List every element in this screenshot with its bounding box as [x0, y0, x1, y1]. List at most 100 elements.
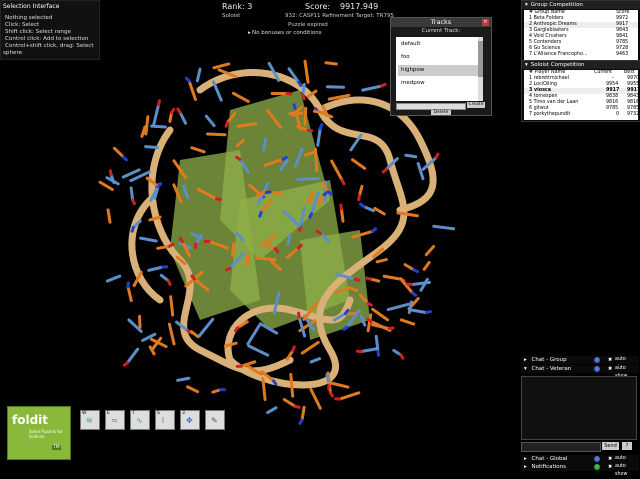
- sidechain[interactable]: [412, 310, 427, 312]
- send-button[interactable]: Send: [602, 442, 619, 450]
- sidechain[interactable]: [191, 332, 198, 337]
- sidechain[interactable]: [401, 320, 413, 324]
- notification-icon[interactable]: !: [594, 464, 600, 470]
- new-track-input[interactable]: [396, 103, 466, 110]
- sidechain[interactable]: [405, 265, 414, 270]
- sidechain-atom[interactable]: [344, 327, 347, 329]
- sidechain[interactable]: [318, 128, 321, 145]
- sidechain[interactable]: [199, 319, 213, 336]
- help-button[interactable]: ?: [622, 442, 632, 450]
- sidechain-atom[interactable]: [170, 244, 173, 246]
- sidechain[interactable]: [314, 111, 325, 113]
- sidechain-atom[interactable]: [274, 381, 276, 384]
- sidechain-atom[interactable]: [303, 95, 304, 99]
- sidechain-atom[interactable]: [226, 122, 227, 126]
- sidechain[interactable]: [171, 297, 173, 315]
- sidechain-atom[interactable]: [298, 245, 301, 248]
- sidechain-atom[interactable]: [299, 313, 300, 317]
- sidechain-atom[interactable]: [132, 227, 133, 231]
- sidechain[interactable]: [412, 282, 430, 284]
- sidechain-atom[interactable]: [178, 109, 180, 112]
- sidechain[interactable]: [141, 238, 157, 241]
- collapse-arrow-icon[interactable]: ▾: [524, 366, 527, 372]
- sidechain[interactable]: [214, 64, 229, 68]
- sidechain[interactable]: [426, 246, 433, 254]
- soloist-competition-header[interactable]: ▾Soloist Competition: [522, 61, 640, 69]
- sidechain-atom[interactable]: [110, 171, 111, 175]
- chat-group-header[interactable]: ▸ Chat - Group i ✖ auto show: [521, 356, 639, 364]
- info-icon[interactable]: i: [594, 366, 600, 372]
- sidechain-tool-button[interactable]: S⌇: [155, 410, 175, 430]
- expand-arrow-icon[interactable]: ▸: [524, 456, 527, 462]
- sidechain[interactable]: [188, 387, 198, 392]
- sidechain[interactable]: [424, 263, 429, 270]
- track-item[interactable]: foo: [398, 52, 479, 63]
- sidechain-atom[interactable]: [216, 199, 220, 200]
- sidechain[interactable]: [127, 349, 137, 363]
- collapse-arrow-icon[interactable]: ▾: [525, 2, 528, 8]
- sidechain[interactable]: [107, 276, 119, 281]
- sidechain-atom[interactable]: [159, 101, 160, 105]
- shake-tool-button[interactable]: E≈: [105, 410, 125, 430]
- tweak-tool-button[interactable]: T∿: [130, 410, 150, 430]
- track-item[interactable]: medpow: [398, 78, 479, 89]
- notes-tool-button[interactable]: ✎: [205, 410, 225, 430]
- sidechain[interactable]: [128, 287, 131, 301]
- sidechain[interactable]: [305, 61, 308, 82]
- sidechain[interactable]: [114, 148, 123, 157]
- sidechain[interactable]: [248, 326, 259, 344]
- sidechain[interactable]: [332, 161, 342, 180]
- sidechain[interactable]: [270, 192, 282, 194]
- sidechain-atom[interactable]: [123, 157, 126, 160]
- chat-input[interactable]: [521, 442, 601, 452]
- sidechain[interactable]: [213, 82, 221, 100]
- sidechain[interactable]: [341, 209, 343, 221]
- sidechain-atom[interactable]: [372, 229, 375, 232]
- sidechain-atom[interactable]: [381, 84, 385, 86]
- sidechain[interactable]: [123, 170, 139, 177]
- sidechain[interactable]: [418, 164, 423, 179]
- auto-show-toggle[interactable]: auto show: [615, 463, 639, 479]
- sidechain-atom[interactable]: [383, 169, 386, 172]
- sidechain-atom[interactable]: [341, 205, 342, 209]
- sidechain[interactable]: [375, 208, 384, 214]
- sidechain[interactable]: [388, 304, 409, 310]
- sidechain-atom[interactable]: [427, 312, 431, 313]
- sidechain-atom[interactable]: [414, 270, 418, 272]
- sidechain-atom[interactable]: [299, 82, 301, 85]
- sidechain[interactable]: [373, 325, 390, 329]
- sidechain[interactable]: [311, 389, 320, 408]
- sidechain[interactable]: [263, 379, 265, 400]
- sidechain[interactable]: [100, 182, 112, 189]
- notifications-header[interactable]: ▸ Notifications ! ✖ auto show: [521, 463, 639, 471]
- sidechain-atom[interactable]: [378, 351, 379, 355]
- close-icon[interactable]: ✖: [608, 464, 613, 469]
- sidechain[interactable]: [256, 258, 275, 260]
- expand-arrow-icon[interactable]: ▸: [248, 30, 251, 36]
- expand-arrow-icon[interactable]: ▸: [524, 357, 527, 363]
- sidechain-atom[interactable]: [266, 192, 270, 193]
- sidechain-atom[interactable]: [401, 355, 403, 358]
- sidechain-atom[interactable]: [295, 406, 299, 407]
- sidechain-atom[interactable]: [330, 393, 332, 396]
- sidechain[interactable]: [208, 134, 225, 135]
- sidechain-atom[interactable]: [436, 154, 438, 158]
- sidechain[interactable]: [142, 127, 145, 136]
- sidechain[interactable]: [329, 383, 348, 388]
- sidechain[interactable]: [303, 85, 304, 95]
- sidechain[interactable]: [302, 407, 304, 420]
- sidechain[interactable]: [302, 342, 318, 353]
- sidechain[interactable]: [192, 148, 204, 152]
- sidechain-atom[interactable]: [300, 420, 302, 423]
- sidechain-atom[interactable]: [168, 281, 170, 285]
- delete-track-button[interactable]: Delete: [431, 110, 451, 115]
- sidechain[interactable]: [284, 400, 295, 407]
- sidechain[interactable]: [434, 226, 454, 228]
- sidechain-atom[interactable]: [172, 109, 174, 112]
- sidechain[interactable]: [361, 349, 376, 352]
- sidechain-atom[interactable]: [133, 200, 135, 204]
- sidechain[interactable]: [158, 246, 170, 248]
- sidechain[interactable]: [384, 276, 400, 279]
- sidechain-atom[interactable]: [345, 310, 347, 313]
- sidechain-atom[interactable]: [324, 192, 327, 195]
